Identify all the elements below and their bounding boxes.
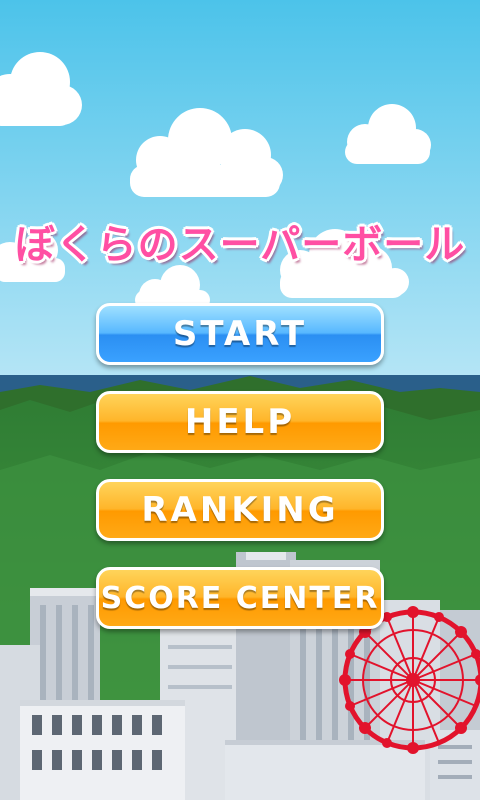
game-title: ぼくらのスーパーボール xyxy=(14,222,466,268)
help-button[interactable]: HELP xyxy=(96,391,384,453)
score-center-button[interactable]: SCORE CENTER xyxy=(96,567,384,629)
score-center-button-label: SCORE CENTER xyxy=(100,580,380,616)
start-button-label: START xyxy=(172,314,308,354)
start-button[interactable]: START xyxy=(96,303,384,365)
ranking-button[interactable]: RANKING xyxy=(96,479,384,541)
help-button-label: HELP xyxy=(184,402,296,442)
ranking-button-label: RANKING xyxy=(141,490,339,530)
